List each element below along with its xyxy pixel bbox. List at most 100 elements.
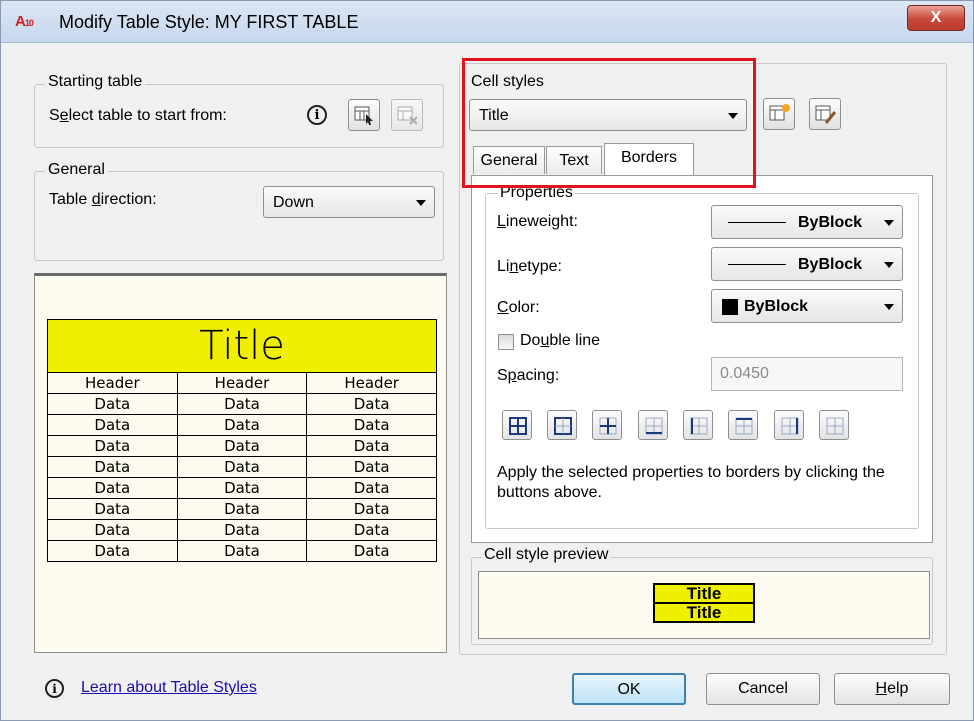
cell-style-preview-label: Cell style preview	[481, 546, 612, 564]
preview-data-cell: Data	[176, 393, 308, 415]
info-icon: i	[307, 105, 327, 125]
double-line-checkbox[interactable]	[498, 334, 514, 350]
preview-data-cell: Data	[306, 456, 437, 478]
preview-data-cell: Data	[47, 477, 178, 499]
manage-cell-styles-icon	[815, 105, 837, 124]
color-swatch	[722, 299, 738, 315]
spacing-field[interactable]: 0.0450	[711, 357, 903, 391]
preview-title-cell: Title	[47, 319, 437, 373]
preview-data-cell: Data	[306, 498, 437, 520]
new-cell-style-button[interactable]	[763, 98, 795, 130]
starting-table-label: Starting table	[45, 73, 146, 91]
preview-data-cell: Data	[306, 477, 437, 499]
line-sample-icon	[728, 222, 786, 223]
color-select[interactable]: ByBlock	[711, 289, 903, 323]
table-direction-value: Down	[273, 194, 314, 211]
lineweight-select[interactable]: ByBlock	[711, 205, 903, 239]
select-table-button[interactable]	[348, 99, 380, 131]
color-value: ByBlock	[744, 298, 809, 315]
preview-data-cell: Data	[176, 519, 308, 541]
all-borders-button[interactable]	[502, 410, 532, 440]
bottom-border-icon	[645, 417, 663, 435]
preview-data-cell: Data	[47, 519, 178, 541]
table-row: Data Data Data	[47, 414, 437, 436]
table-preview: Title Header Header Header Data Data Data …	[47, 319, 437, 562]
table-row: Data Data Data	[47, 477, 437, 499]
dialog-window: A10 Modify Table Style: MY FIRST TABLE X…	[0, 0, 974, 721]
left-border-button[interactable]	[683, 410, 713, 440]
chevron-down-icon	[884, 220, 894, 226]
spacing-label: Spacing:	[497, 367, 560, 384]
preview-data-cell: Data	[47, 414, 178, 436]
table-row: Data Data Data	[47, 540, 437, 562]
top-border-icon	[735, 417, 753, 435]
select-table-label: Select table to start from:	[49, 107, 227, 124]
inside-borders-button[interactable]	[592, 410, 622, 440]
cell-style-preview-title-1: Title	[653, 583, 755, 604]
chevron-down-icon	[884, 262, 894, 268]
close-button[interactable]: X	[907, 5, 965, 31]
cell-style-preview-title-2: Title	[653, 602, 755, 623]
preview-data-cell: Data	[306, 414, 437, 436]
preview-data-cell: Data	[47, 393, 178, 415]
table-direction-select[interactable]: Down	[263, 186, 435, 218]
preview-data-cell: Data	[176, 435, 308, 457]
color-label: Color:	[497, 299, 540, 316]
outside-borders-icon	[554, 417, 572, 435]
learn-about-table-styles-link[interactable]: Learn about Table Styles	[81, 679, 257, 697]
preview-data-cell: Data	[176, 477, 308, 499]
highlight-box	[462, 58, 756, 188]
preview-data-cell: Data	[47, 435, 178, 457]
preview-data-cell: Data	[176, 498, 308, 520]
preview-data-cell: Data	[306, 435, 437, 457]
preview-data-cell: Data	[47, 498, 178, 520]
select-table-icon	[354, 106, 373, 125]
bottom-border-button[interactable]	[638, 410, 668, 440]
table-row: Data Data Data	[47, 393, 437, 415]
preview-data-cell: Data	[47, 456, 178, 478]
table-row: Data Data Data	[47, 456, 437, 478]
double-line-label: Double line	[520, 332, 601, 349]
remove-table-button[interactable]	[391, 99, 423, 131]
all-borders-icon	[509, 417, 527, 435]
window-title: Modify Table Style: MY FIRST TABLE	[59, 12, 359, 32]
cancel-button[interactable]: Cancel	[706, 673, 820, 705]
help-button[interactable]: Help	[834, 673, 950, 705]
chevron-down-icon	[416, 200, 426, 206]
right-border-button[interactable]	[774, 410, 804, 440]
linetype-label: Linetype:	[497, 258, 562, 275]
lineweight-value: ByBlock	[798, 214, 863, 231]
lineweight-label: Lineweight:	[497, 213, 578, 230]
top-border-button[interactable]	[728, 410, 758, 440]
manage-cell-styles-button[interactable]	[809, 98, 841, 130]
preview-data-cell: Data	[306, 540, 437, 562]
linetype-select[interactable]: ByBlock	[711, 247, 903, 281]
line-sample-icon	[728, 264, 786, 265]
outside-borders-button[interactable]	[547, 410, 577, 440]
chevron-down-icon	[884, 304, 894, 310]
right-border-icon	[781, 417, 799, 435]
preview-header-cell: Header	[47, 372, 178, 394]
autocad-app-icon: A10	[15, 13, 34, 30]
preview-data-cell: Data	[306, 519, 437, 541]
preview-data-cell: Data	[176, 456, 308, 478]
preview-data-cell: Data	[47, 540, 178, 562]
ok-button[interactable]: OK	[572, 673, 686, 705]
table-row: Data Data Data	[47, 498, 437, 520]
preview-header-cell: Header	[176, 372, 308, 394]
linetype-value: ByBlock	[798, 256, 863, 273]
info-icon: i	[45, 679, 64, 698]
left-border-icon	[690, 417, 708, 435]
title-bar: A10 Modify Table Style: MY FIRST TABLE X	[1, 1, 973, 43]
preview-header-cell: Header	[306, 372, 437, 394]
borders-help-text: Apply the selected properties to borders…	[497, 464, 885, 501]
no-border-icon	[826, 417, 844, 435]
table-row: Data Data Data	[47, 519, 437, 541]
remove-table-icon	[397, 106, 418, 125]
preview-data-cell: Data	[176, 540, 308, 562]
new-cell-style-icon	[769, 104, 790, 121]
table-direction-label: Table direction:	[49, 191, 157, 208]
general-label: General	[45, 161, 108, 179]
no-border-button[interactable]	[819, 410, 849, 440]
preview-data-cell: Data	[176, 414, 308, 436]
